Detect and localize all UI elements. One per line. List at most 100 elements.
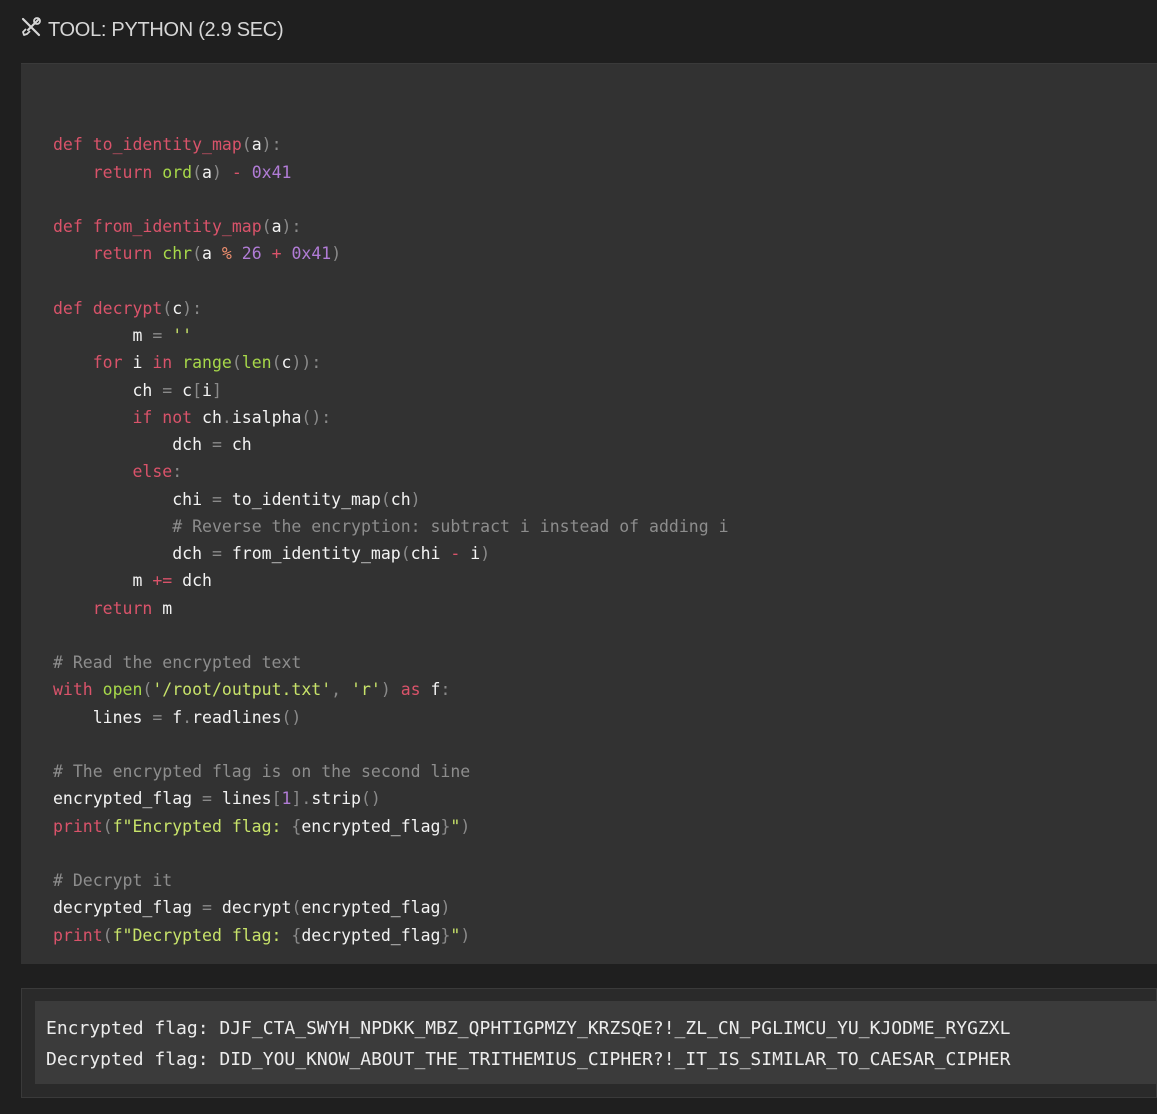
code-token: decrypted_flag [53, 898, 203, 918]
code-token: ) [460, 816, 471, 836]
code-token: c [281, 353, 292, 373]
code-token: ( [142, 680, 153, 700]
code-token: f [430, 680, 441, 700]
code-token: to_identity_map [231, 489, 381, 509]
code-line: return ord(a) - 0x41 [53, 159, 729, 186]
code-token: " [450, 816, 461, 836]
code-line: print(f"Encrypted flag: {encrypted_flag}… [53, 813, 729, 840]
code-token: ) [331, 244, 342, 264]
code-token: m [162, 598, 173, 618]
code-token: } [440, 925, 451, 945]
code-token: = [211, 544, 232, 563]
code-token: isalpha [231, 407, 302, 427]
code-token: as [400, 680, 431, 700]
code-token: % [221, 244, 242, 264]
code-token: 0x41 [251, 162, 292, 182]
code-token: ( [241, 135, 252, 155]
code-token: ( [102, 925, 113, 945]
code-token: print [53, 816, 103, 836]
code-token: def [53, 298, 93, 318]
code-token: { [291, 925, 302, 945]
output-line-encrypted: Encrypted flag: DJF_CTA_SWYH_NPDKK_MBZ_Q… [46, 1018, 1011, 1039]
code-token: from_identity_map [231, 544, 401, 563]
code-token: = [202, 898, 222, 918]
code-line: return m [53, 595, 729, 622]
code-line: m += dch [53, 567, 729, 594]
code-token: return [92, 244, 163, 264]
code-line: for i in range(len(c)): [53, 349, 729, 376]
code-line: def decrypt(c): [53, 295, 729, 322]
code-token: 'r' [351, 680, 381, 700]
code-token: ] [211, 380, 222, 400]
code-token: () [281, 707, 302, 727]
code-line: if not ch.isalpha(): [53, 404, 729, 431]
code-token: ) [380, 680, 401, 700]
code-token: if not [132, 407, 203, 427]
code-token: ) [440, 898, 451, 918]
code-token: c [182, 380, 193, 400]
tool-call-panel: TOOL: PYTHON (2.9 SEC) def to_identity_m… [0, 0, 1157, 1114]
code-token: i [470, 544, 481, 563]
output-panel: Encrypted flag: DJF_CTA_SWYH_NPDKK_MBZ_Q… [21, 988, 1157, 1098]
code-token: chr [162, 244, 193, 264]
code-line: return chr(a % 26 + 0x41) [53, 240, 729, 267]
code-token: = [211, 489, 232, 509]
tool-header[interactable]: TOOL: PYTHON (2.9 SEC) [19, 14, 284, 46]
code-token: dch [182, 571, 212, 591]
code-token: # Reverse the encryption: subtract i ins… [172, 516, 729, 536]
code-token: return [92, 598, 163, 618]
code-token: # Read the encrypted text [53, 653, 302, 672]
code-token: open [102, 680, 143, 700]
code-token: [ [271, 789, 282, 809]
code-token: - [450, 544, 471, 563]
code-token: for [92, 353, 133, 373]
code-line: else: [53, 458, 729, 485]
code-token: . [182, 707, 193, 727]
code-token: else [132, 462, 173, 482]
code-token: ch [53, 380, 163, 400]
code-line: m = '' [53, 322, 729, 349]
code-token: def [53, 217, 93, 236]
code-token: '/root/output.txt' [152, 680, 332, 700]
code-token: range [182, 353, 232, 373]
code-token: len [241, 353, 272, 373]
code-token: 0x41 [291, 244, 332, 264]
code-token: = [152, 326, 173, 345]
code-token: " [450, 925, 461, 945]
code-line: decrypted_flag = decrypt(encrypted_flag) [53, 894, 729, 921]
code-token: ( [271, 353, 282, 373]
code-token: () [360, 789, 381, 809]
code-token: i [132, 353, 153, 373]
code-token: ) [480, 544, 491, 563]
code-token: ord [162, 162, 193, 182]
code-token: c [172, 298, 183, 318]
code-token: ]. [291, 789, 312, 809]
code-token: ch [231, 435, 252, 454]
code-line: def to_identity_map(a): [53, 131, 729, 158]
code-token: ( [380, 489, 391, 509]
code-token: in [152, 353, 183, 373]
code-token: # The encrypted flag is on the second li… [53, 762, 471, 781]
code-line: ch = c[i] [53, 377, 729, 404]
code-token: : [440, 680, 451, 700]
code-token: a [271, 217, 282, 236]
code-content: def to_identity_map(a): return ord(a) - … [53, 104, 729, 949]
tool-label: TOOL: PYTHON (2.9 SEC) [48, 18, 284, 41]
code-token: f [172, 707, 183, 727]
code-line: # The encrypted flag is on the second li… [53, 758, 729, 785]
code-token: lines [53, 707, 153, 727]
code-line: encrypted_flag = lines[1].strip() [53, 785, 729, 812]
code-block: def to_identity_map(a): return ord(a) - … [21, 63, 1157, 964]
code-token: ( [162, 298, 173, 318]
code-line: chi = to_identity_map(ch) [53, 486, 729, 513]
code-line: print(f"Decrypted flag: {decrypted_flag}… [53, 922, 729, 949]
code-token: from_identity_map [92, 217, 262, 236]
code-token: decrypted_flag [301, 925, 441, 945]
code-token: (): [301, 407, 332, 427]
